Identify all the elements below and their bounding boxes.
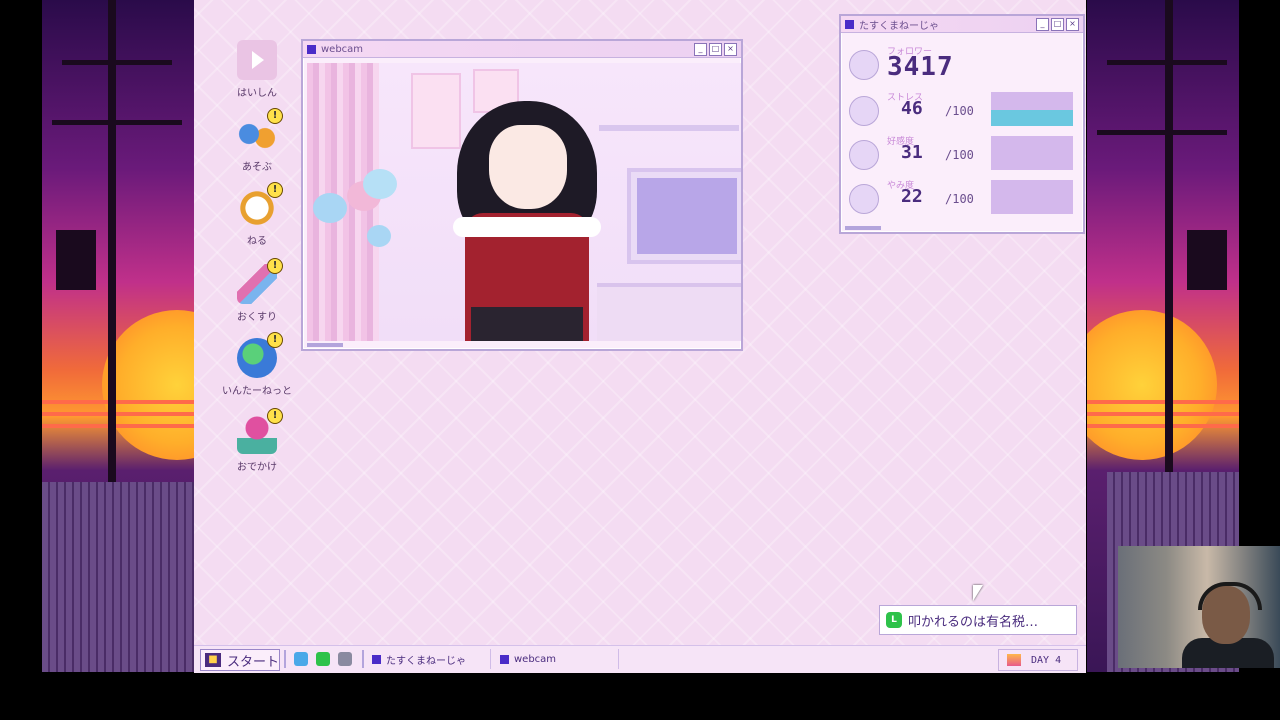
globe-search-icon: !: [237, 332, 283, 378]
desktop-icon-label: あそぶ: [242, 162, 272, 173]
twitter-bird-icon[interactable]: [294, 652, 308, 666]
window-app-icon: [500, 654, 509, 664]
stat-bar: [991, 136, 1073, 170]
minimize-button[interactable]: _: [694, 42, 707, 56]
desktop-icon-okusuri[interactable]: ! おくすり: [217, 258, 297, 323]
stat-row-stress: ストレス 46 /100: [849, 90, 1085, 130]
sunset-weather-icon: [1007, 654, 1021, 666]
pill-icon: !: [237, 258, 283, 304]
avatar-icon: [849, 184, 879, 214]
webcam-feed: [307, 63, 741, 341]
desktop-icon-asobu[interactable]: ! あそぶ: [217, 108, 297, 173]
desktop-icon-label: おくすり: [237, 312, 277, 323]
play-video-icon: [237, 40, 277, 80]
headphones-icon: [1198, 582, 1262, 610]
desktop-icon-neru[interactable]: ! ねる: [217, 182, 297, 247]
building-silhouette: [42, 482, 194, 672]
avatar-icon: [849, 140, 879, 170]
maximize-button[interactable]: □: [709, 42, 722, 56]
heart-balloon: [313, 193, 347, 223]
room-desk: [597, 283, 741, 341]
taskbar-item-webcam[interactable]: webcam: [500, 649, 619, 669]
line-chat-icon[interactable]: [316, 652, 330, 666]
notification-text: 叩かれるのは有名税…: [908, 614, 1039, 630]
map-pin-icon: !: [237, 408, 283, 454]
maximize-button[interactable]: □: [1051, 17, 1064, 31]
desktop-icon-label: いんたーねっと: [222, 386, 292, 397]
task-manager-window[interactable]: たすくまねーじゃ _ □ × フォロワー 3417 ストレス 46 /100 好…: [839, 14, 1085, 234]
desktop-icon-label: はいしん: [237, 88, 277, 99]
avatar-icon: [849, 96, 879, 126]
character-body: [453, 213, 601, 341]
poster: [411, 73, 461, 149]
stat-value: 22: [901, 186, 923, 207]
desktop-icon-label: ねる: [247, 236, 267, 247]
left-wallpaper-art: [42, 0, 194, 672]
shelf: [599, 125, 739, 131]
avatar-icon: [849, 50, 879, 80]
stat-row-darkness: やみ度 22 /100: [849, 178, 1085, 218]
window-app-icon: [845, 19, 854, 29]
start-button[interactable]: ■ スタート: [200, 649, 280, 671]
alarm-clock-icon: !: [237, 182, 283, 228]
stat-max: /100: [945, 192, 974, 206]
taskbar: ■ スタート たすくまねーじゃ webcam DAY 4: [194, 645, 1086, 673]
task-manager-titlebar[interactable]: たすくまねーじゃ _ □ ×: [841, 16, 1083, 33]
desktop-icon-haishin[interactable]: はいしん: [217, 40, 297, 99]
start-logo-icon: ■: [205, 653, 221, 667]
close-button[interactable]: ×: [1066, 17, 1079, 31]
webcam-window-titlebar[interactable]: webcam _ □ ×: [303, 41, 741, 58]
window-title: webcam: [321, 43, 364, 55]
stat-bar: [991, 92, 1073, 126]
desktop-icon-odekake[interactable]: ! おでかけ: [217, 408, 297, 473]
streamer-facecam: [1118, 546, 1280, 668]
taskbar-item-task-manager[interactable]: たすくまねーじゃ: [372, 649, 491, 669]
window-app-icon: [372, 654, 381, 664]
room-monitor: [627, 168, 741, 264]
stat-row-affection: 好感度 31 /100: [849, 134, 1085, 174]
stat-bar: [991, 180, 1073, 214]
day-counter: DAY 4: [1031, 654, 1062, 666]
line-chat-icon: L: [886, 612, 902, 628]
close-button[interactable]: ×: [724, 42, 737, 56]
stat-max: /100: [945, 104, 974, 118]
monitor-icon[interactable]: [338, 652, 352, 666]
desktop-icon-label: おでかけ: [237, 462, 277, 473]
mouse-cursor-icon: [973, 585, 983, 601]
minimize-button[interactable]: _: [1036, 17, 1049, 31]
stat-value: 46: [901, 98, 923, 119]
character-face: [489, 125, 567, 209]
sunset-sun: [1087, 310, 1217, 460]
stat-max: /100: [945, 148, 974, 162]
followers-count: 3417: [887, 52, 954, 82]
desktop: はいしん ! あそぶ ! ねる ! おくすり ! いんたーねっと ! おでかけ: [194, 0, 1086, 672]
utility-pole: [108, 0, 116, 560]
heart-balloon: [367, 225, 391, 247]
webcam-window[interactable]: webcam _ □ ×: [301, 39, 743, 351]
heart-balloon: [363, 169, 397, 199]
system-tray: DAY 4: [998, 649, 1078, 671]
game-controller-icon: !: [237, 108, 283, 154]
desktop-icon-internet[interactable]: ! いんたーねっと: [217, 332, 297, 397]
followers-row: フォロワー 3417: [849, 44, 1085, 84]
chat-notification[interactable]: L 叩かれるのは有名税…: [879, 605, 1077, 635]
window-title: たすくまねーじゃ: [859, 20, 939, 32]
window-app-icon: [307, 44, 316, 54]
stat-value: 31: [901, 142, 923, 163]
